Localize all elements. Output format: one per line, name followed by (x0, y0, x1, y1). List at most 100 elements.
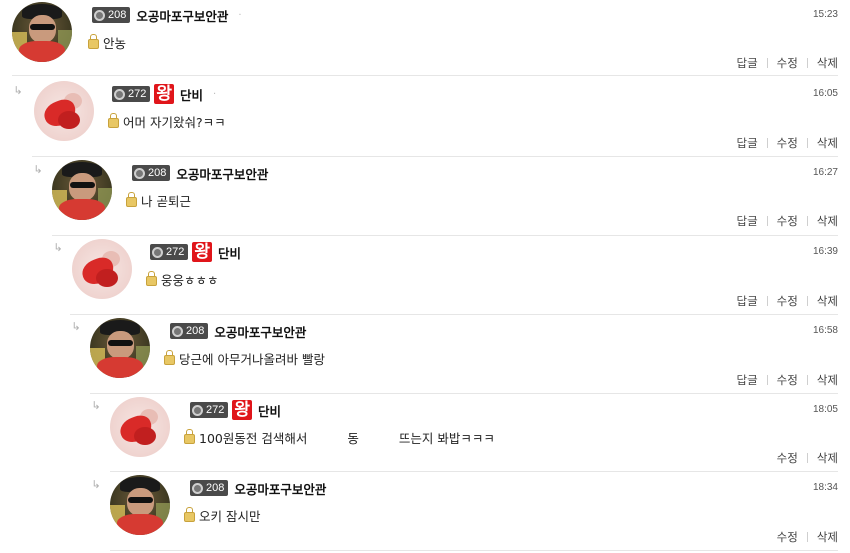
reply-arrow-icon: ↳ (33, 163, 43, 176)
delete-button[interactable]: 삭제 (817, 213, 838, 229)
reply-arrow-icon: ↳ (71, 320, 81, 333)
comment-body: 어머 자기왔숴?ㅋㅋ (108, 112, 226, 131)
comment-header: 272 왕 단비 · (112, 84, 217, 104)
comment-text: 100원동전 검색해서 동 뜨는지 봐밥ㅋㅋㅋ (199, 431, 495, 446)
comment-actions: 답글 수정 삭제 (736, 372, 838, 388)
comment-actions: 답글 수정 삭제 (736, 135, 838, 151)
comment-header: 208 오공마포구보안관 (170, 322, 306, 340)
comment-item: 272 왕 단비 · 16:05 어머 자기왔숴?ㅋㅋ 답글 수정 삭제 (32, 79, 838, 157)
gear-icon (152, 246, 163, 258)
comment-time: 18:34 (812, 482, 838, 493)
edit-button[interactable]: 수정 (777, 372, 798, 388)
king-badge: 왕 (154, 84, 174, 104)
edit-button[interactable]: 수정 (777, 55, 798, 71)
reply-arrow-icon: ↳ (13, 84, 23, 97)
comment-actions: 답글 수정 삭제 (736, 55, 838, 71)
avatar[interactable] (12, 2, 72, 62)
nickname[interactable]: 단비 (258, 401, 281, 420)
comment-time: 16:58 (812, 325, 838, 336)
avatar[interactable] (90, 318, 150, 378)
divider (52, 235, 838, 236)
avatar[interactable] (34, 81, 94, 141)
nickname[interactable]: 단비 (180, 85, 203, 104)
lock-icon (164, 349, 175, 365)
edit-button[interactable]: 수정 (777, 450, 798, 466)
comment-text: 안농 (103, 36, 127, 51)
reply-button[interactable]: 답글 (736, 55, 757, 71)
comment-text: 어머 자기왔숴?ㅋㅋ (123, 115, 226, 130)
comment-body: 오키 잠시만 (184, 506, 260, 525)
comment-body: 웅웅ㅎㅎㅎ (146, 270, 219, 289)
avatar[interactable] (52, 160, 112, 220)
delete-button[interactable]: 삭제 (817, 55, 838, 71)
gear-icon (134, 167, 145, 179)
comment-time: 16:05 (812, 88, 838, 99)
delete-button[interactable]: 삭제 (817, 135, 838, 151)
level-badge: 208 (132, 165, 171, 181)
comment-time: 18:05 (812, 404, 838, 415)
comment-header: 272 왕 단비 (190, 400, 281, 420)
level-badge: 272 (150, 244, 189, 260)
comment-text: 당근에 아무거나올려바 빨랑 (179, 352, 325, 367)
comment-time: 16:39 (812, 246, 838, 257)
king-badge: 왕 (192, 242, 212, 262)
edit-button[interactable]: 수정 (777, 529, 798, 545)
reply-button[interactable]: 답글 (736, 135, 757, 151)
gear-icon (114, 88, 125, 100)
comment-actions: 답글 수정 삭제 (736, 293, 838, 309)
level-badge: 208 (170, 323, 209, 339)
delete-button[interactable]: 삭제 (817, 529, 838, 545)
comment-text: 웅웅ㅎㅎㅎ (161, 273, 219, 288)
reply-button[interactable]: 답글 (736, 372, 757, 388)
gear-icon (192, 482, 203, 494)
reply-arrow-icon: ↳ (91, 399, 101, 412)
comment-item: 272 왕 단비 16:39 웅웅ㅎㅎㅎ 답글 수정 삭제 (70, 237, 838, 315)
comment-actions: 수정 삭제 (777, 529, 838, 545)
comment-item: 208 오공마포구보안관 16:58 당근에 아무거나올려바 빨랑 답글 수정 … (90, 316, 838, 394)
comment-actions: 답글 수정 삭제 (736, 213, 838, 229)
comment-actions: 수정 삭제 (777, 450, 838, 466)
reply-button[interactable]: 답글 (736, 293, 757, 309)
nickname[interactable]: 오공마포구보안관 (136, 6, 228, 25)
nickname[interactable]: 오공마포구보안관 (176, 164, 268, 183)
avatar[interactable] (110, 475, 170, 535)
lock-icon (126, 191, 137, 207)
lock-icon (184, 428, 195, 444)
divider (90, 393, 838, 394)
edit-button[interactable]: 수정 (777, 213, 798, 229)
divider (110, 550, 838, 551)
gear-icon (192, 404, 203, 416)
comment-header: 208 오공마포구보안관 · (92, 6, 242, 24)
comment-body: 100원동전 검색해서 동 뜨는지 봐밥ㅋㅋㅋ (184, 428, 495, 447)
delete-button[interactable]: 삭제 (817, 450, 838, 466)
delete-button[interactable]: 삭제 (817, 293, 838, 309)
comment-time: 16:27 (812, 167, 838, 178)
lock-icon (88, 33, 99, 49)
edit-button[interactable]: 수정 (777, 293, 798, 309)
separator-dot: · (238, 9, 242, 21)
nickname[interactable]: 오공마포구보안관 (214, 322, 306, 341)
gear-icon (172, 325, 183, 337)
level-badge: 208 (92, 7, 131, 23)
reply-arrow-icon: ↳ (91, 478, 101, 491)
divider (12, 75, 838, 76)
comment-item: 208 오공마포구보안관 16:27 나 곧퇴근 답글 수정 삭제 (52, 158, 838, 236)
comment-body: 당근에 아무거나올려바 빨랑 (164, 349, 325, 368)
reply-button[interactable]: 답글 (736, 213, 757, 229)
nickname[interactable]: 단비 (218, 243, 241, 262)
divider (70, 314, 838, 315)
comment-body: 나 곧퇴근 (126, 191, 191, 210)
separator-dot: · (213, 88, 217, 100)
comment-item: 208 오공마포구보안관 · 15:23 안농 답글 수정 삭제 (12, 0, 838, 76)
nickname[interactable]: 오공마포구보안관 (234, 479, 326, 498)
avatar[interactable] (110, 397, 170, 457)
gear-icon (94, 9, 105, 21)
level-badge: 272 (190, 402, 229, 418)
comment-header: 272 왕 단비 (150, 242, 241, 262)
avatar[interactable] (72, 239, 132, 299)
comment-header: 208 오공마포구보안관 (190, 479, 326, 497)
king-badge: 왕 (232, 400, 252, 420)
level-badge: 208 (190, 480, 229, 496)
delete-button[interactable]: 삭제 (817, 372, 838, 388)
edit-button[interactable]: 수정 (777, 135, 798, 151)
